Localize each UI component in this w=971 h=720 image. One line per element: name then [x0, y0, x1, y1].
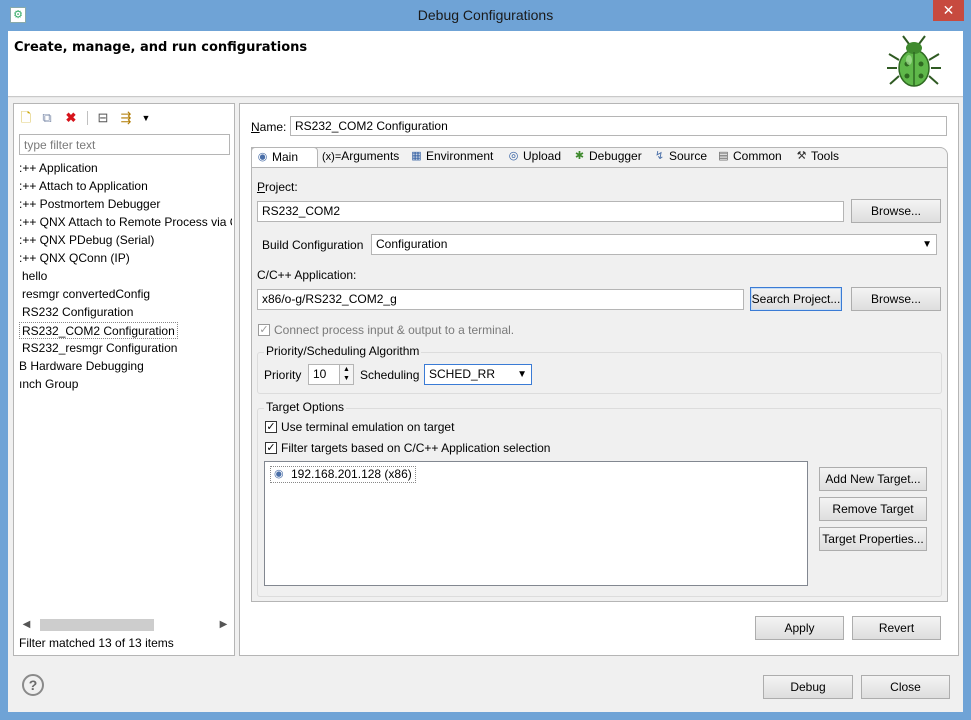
- filter-targets-label: Filter targets based on C/C++ Applicatio…: [281, 441, 551, 455]
- tree-item[interactable]: hello: [18, 268, 232, 285]
- priority-group-title: Priority/Scheduling Algorithm: [264, 344, 422, 358]
- collapse-all-icon[interactable]: ⊟: [95, 110, 111, 126]
- configuration-tree-pane: 🗋 ⧉ ✖ ⊟ ⇶ ▼ :++ Application :++ Attach t…: [13, 103, 235, 656]
- tab-tools[interactable]: ⚒ Tools: [791, 147, 839, 167]
- use-terminal-label: Use terminal emulation on target: [281, 420, 455, 434]
- new-config-icon[interactable]: 🗋: [18, 110, 34, 126]
- tools-tab-icon: ⚒: [796, 150, 807, 162]
- view-menu-chevron-down-icon[interactable]: ▼: [138, 110, 154, 126]
- application-input[interactable]: x86/o-g/RS232_COM2_g: [257, 289, 744, 310]
- scheduling-text: Scheduling: [360, 368, 420, 382]
- tree-item[interactable]: resmgr convertedConfig: [18, 286, 232, 303]
- debugger-tab-icon: ✱: [574, 150, 585, 162]
- tree-item[interactable]: RS232_resmgr Configuration: [18, 340, 232, 357]
- environment-tab-icon: ▦: [411, 150, 422, 162]
- tab-common[interactable]: ▤ Common: [713, 147, 781, 167]
- arguments-tab-icon: (x)=: [322, 151, 342, 163]
- add-new-target-button[interactable]: Add New Target...: [819, 467, 927, 491]
- filter-input[interactable]: [19, 134, 230, 155]
- tree-item[interactable]: ınch Group: [18, 376, 232, 393]
- apply-button[interactable]: Apply: [755, 616, 844, 640]
- connect-terminal-checkbox[interactable]: ✓: [258, 324, 270, 336]
- application-browse-button[interactable]: Browse...: [851, 287, 941, 311]
- configuration-editor: Name: RS232_COM2 Configuration ◉ Main (x)…: [239, 103, 959, 656]
- window-close-button[interactable]: ✕: [933, 0, 964, 21]
- tree-item[interactable]: :++ Attach to Application: [18, 178, 232, 195]
- scheduling-select[interactable]: SCHED_RR ▼: [424, 364, 532, 385]
- application-label: C/C++ Application:: [257, 268, 357, 282]
- chevron-down-icon: ▼: [517, 369, 527, 380]
- tree-item[interactable]: :++ QNX QConn (IP): [18, 250, 232, 267]
- upload-tab-icon: ◎: [508, 150, 519, 162]
- window-frame-left: [0, 31, 8, 720]
- window-title: Debug Configurations: [417, 7, 554, 23]
- tab-main[interactable]: ◉ Main: [251, 147, 318, 167]
- tree-item[interactable]: :++ QNX PDebug (Serial): [18, 232, 232, 249]
- chevron-down-icon: ▼: [922, 239, 932, 250]
- remove-target-button[interactable]: Remove Target: [819, 497, 927, 521]
- header-title: Create, manage, and run configurations: [14, 40, 308, 55]
- tree-item-selected[interactable]: RS232_COM2 Configuration: [19, 322, 178, 339]
- project-input[interactable]: RS232_COM2: [257, 201, 844, 222]
- target-properties-button[interactable]: Target Properties...: [819, 527, 927, 551]
- debug-bug-icon: [887, 35, 941, 87]
- tab-debugger[interactable]: ✱ Debugger: [569, 147, 642, 167]
- dialog-header: Create, manage, and run configurations: [8, 31, 963, 97]
- source-tab-icon: ↯: [654, 150, 665, 162]
- revert-button[interactable]: Revert: [852, 616, 941, 640]
- tree-item[interactable]: :++ QNX Attach to Remote Process via Q: [18, 214, 232, 231]
- tree-item[interactable]: :++ Application: [18, 160, 232, 177]
- scroll-left-icon[interactable]: ◀: [18, 616, 35, 633]
- tab-arguments[interactable]: (x)=Arguments: [322, 147, 399, 167]
- use-terminal-checkbox[interactable]: ✓: [265, 421, 277, 433]
- scrollbar-thumb[interactable]: [40, 619, 154, 631]
- filter-status: Filter matched 13 of 13 items: [19, 636, 174, 650]
- connect-terminal-label: Connect process input & output to a term…: [274, 323, 515, 337]
- tree-item[interactable]: :++ Postmortem Debugger: [18, 196, 232, 213]
- search-project-button[interactable]: Search Project...: [750, 287, 842, 311]
- tab-environment[interactable]: ▦ Environment: [406, 147, 493, 167]
- target-icon: ◉: [274, 468, 284, 480]
- project-browse-button[interactable]: Browse...: [851, 199, 941, 223]
- target-list[interactable]: ◉ 192.168.201.128 (x86): [264, 461, 808, 586]
- horizontal-scrollbar[interactable]: ◀ ▶: [18, 616, 232, 633]
- filter-icon[interactable]: ⇶: [118, 110, 134, 126]
- tab-source[interactable]: ↯ Source: [649, 147, 707, 167]
- delete-icon[interactable]: ✖: [63, 110, 79, 126]
- scroll-right-icon[interactable]: ▶: [215, 616, 232, 633]
- toolbar-separator: [87, 111, 88, 125]
- priority-label: Priority: [264, 368, 302, 382]
- duplicate-icon[interactable]: ⧉: [39, 110, 55, 126]
- target-list-item[interactable]: ◉ 192.168.201.128 (x86): [270, 466, 416, 483]
- close-button[interactable]: Close: [861, 675, 950, 699]
- stepper-up-icon[interactable]: ▲: [340, 365, 353, 374]
- tab-upload[interactable]: ◎ Upload: [503, 147, 561, 167]
- priority-input[interactable]: 10: [308, 364, 340, 385]
- filter-targets-checkbox[interactable]: ✓: [265, 442, 277, 454]
- tree-item[interactable]: B Hardware Debugging: [18, 358, 232, 375]
- stepper-down-icon[interactable]: ▼: [340, 374, 353, 383]
- name-input[interactable]: RS232_COM2 Configuration: [290, 116, 947, 136]
- main-tab-icon: ◉: [257, 151, 268, 163]
- build-configuration-label: Build Configuration: [262, 238, 364, 252]
- target-options-title: Target Options: [264, 400, 347, 414]
- help-icon[interactable]: ?: [22, 674, 44, 696]
- window-frame-bottom: [0, 712, 971, 720]
- priority-stepper[interactable]: ▲ ▼: [339, 364, 354, 385]
- common-tab-icon: ▤: [718, 150, 729, 162]
- build-configuration-select[interactable]: Configuration ▼: [371, 234, 937, 255]
- project-label: Project:: [257, 180, 298, 194]
- debug-button[interactable]: Debug: [763, 675, 853, 699]
- name-label: Name:: [251, 120, 287, 134]
- window-frame-right: [963, 31, 971, 720]
- tree-item[interactable]: RS232 Configuration: [18, 304, 232, 321]
